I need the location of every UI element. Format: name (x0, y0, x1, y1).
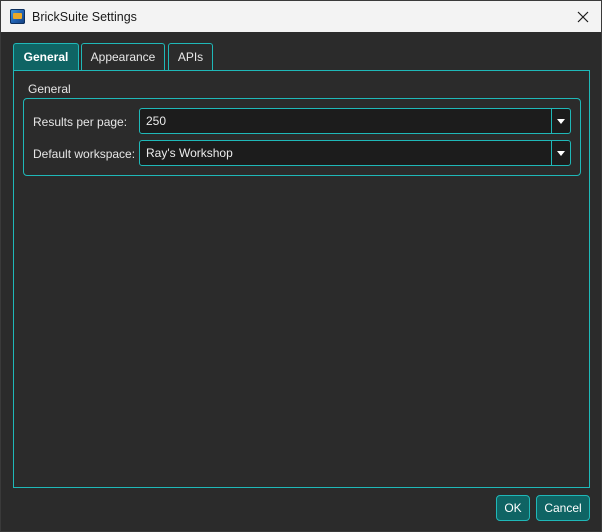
close-button[interactable] (565, 1, 601, 32)
tab-appearance[interactable]: Appearance (81, 43, 165, 70)
results-per-page-label: Results per page: (33, 115, 128, 129)
ok-button[interactable]: OK (496, 495, 530, 521)
close-icon (577, 11, 589, 22)
results-per-page-value: 250 (146, 114, 167, 128)
results-per-page-dropdown-button[interactable] (551, 109, 570, 133)
default-workspace-dropdown-button[interactable] (551, 141, 570, 165)
title-bar: BrickSuite Settings (1, 1, 601, 32)
results-per-page-select[interactable]: 250 (139, 108, 571, 134)
tab-apis[interactable]: APIs (168, 43, 213, 70)
tab-general[interactable]: General (13, 43, 79, 71)
app-icon (10, 9, 25, 24)
chevron-down-icon (557, 118, 565, 124)
default-workspace-value: Ray's Workshop (146, 146, 233, 160)
cancel-button[interactable]: Cancel (536, 495, 590, 521)
group-title: General (28, 82, 71, 96)
settings-dialog: BrickSuite Settings General Appearance A… (0, 0, 602, 532)
default-workspace-label: Default workspace: (33, 147, 136, 161)
chevron-down-icon (557, 150, 565, 156)
window-title: BrickSuite Settings (32, 10, 137, 24)
default-workspace-select[interactable]: Ray's Workshop (139, 140, 571, 166)
